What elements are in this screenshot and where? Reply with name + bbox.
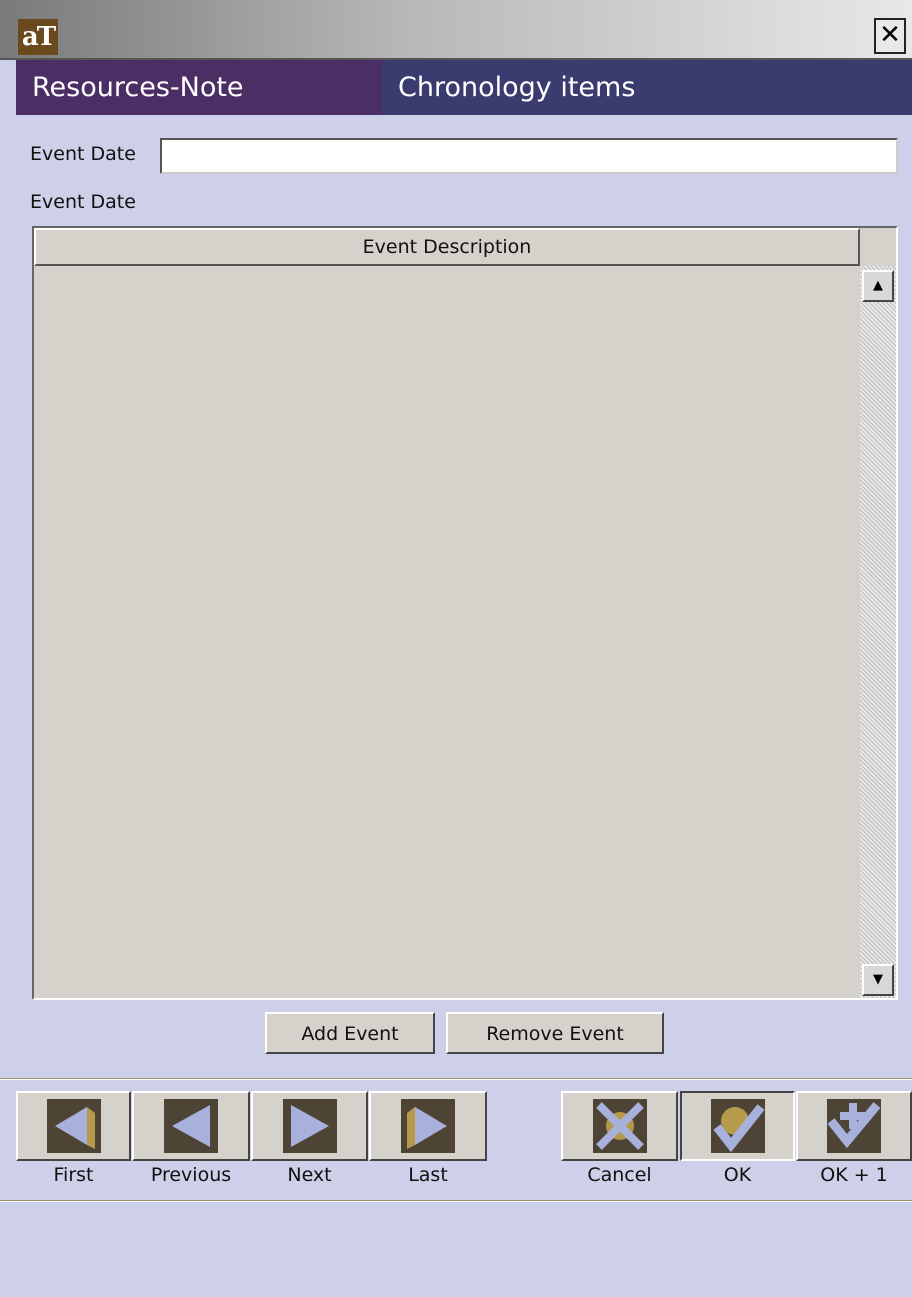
- ok-plus-icon: [827, 1099, 881, 1153]
- scroll-up-icon[interactable]: ▲: [862, 270, 894, 302]
- add-event-button[interactable]: Add Event: [265, 1012, 435, 1054]
- ok-plus-one-button[interactable]: [796, 1091, 912, 1161]
- event-date-input[interactable]: [160, 138, 898, 174]
- record-type-title: Resources-Note: [16, 60, 382, 115]
- first-label: First: [53, 1164, 94, 1186]
- table-corner: [860, 228, 896, 266]
- last-label: Last: [408, 1164, 448, 1186]
- ok-label: OK: [723, 1164, 752, 1186]
- next-arrow-icon: [282, 1099, 337, 1153]
- event-date-list-label: Event Date: [30, 191, 136, 213]
- scroll-down-icon[interactable]: ▼: [862, 964, 894, 996]
- remove-event-button[interactable]: Remove Event: [446, 1012, 664, 1054]
- first-arrow-icon: [46, 1099, 101, 1153]
- next-label: Next: [287, 1164, 332, 1186]
- footer-divider: [0, 1200, 912, 1202]
- first-button[interactable]: [16, 1091, 131, 1161]
- next-button[interactable]: [251, 1091, 368, 1161]
- column-header-event-description[interactable]: Event Description: [34, 228, 860, 266]
- cancel-x-icon: [592, 1099, 647, 1153]
- window-title-bar[interactable]: aT ✕: [0, 0, 912, 60]
- vertical-scrollbar[interactable]: ▲ ▼: [860, 266, 896, 998]
- cancel-button[interactable]: [561, 1091, 678, 1161]
- last-button[interactable]: [369, 1091, 487, 1161]
- event-date-label: Event Date: [30, 143, 136, 165]
- previous-label: Previous: [150, 1164, 232, 1186]
- ok-check-icon: [710, 1099, 765, 1153]
- ok-plus-one-label: OK + 1: [820, 1164, 888, 1186]
- app-logo-icon: aT: [18, 19, 58, 55]
- page-title: Chronology items: [382, 60, 912, 115]
- ok-button[interactable]: [680, 1091, 795, 1161]
- previous-button[interactable]: [132, 1091, 250, 1161]
- last-arrow-icon: [401, 1099, 455, 1153]
- events-table[interactable]: Event Description ▲ ▼: [32, 226, 898, 1000]
- previous-arrow-icon: [164, 1099, 218, 1153]
- close-icon[interactable]: ✕: [874, 18, 906, 54]
- cancel-label: Cancel: [587, 1164, 652, 1186]
- header: Resources-Note Chronology items: [16, 60, 912, 115]
- divider: [0, 1078, 912, 1080]
